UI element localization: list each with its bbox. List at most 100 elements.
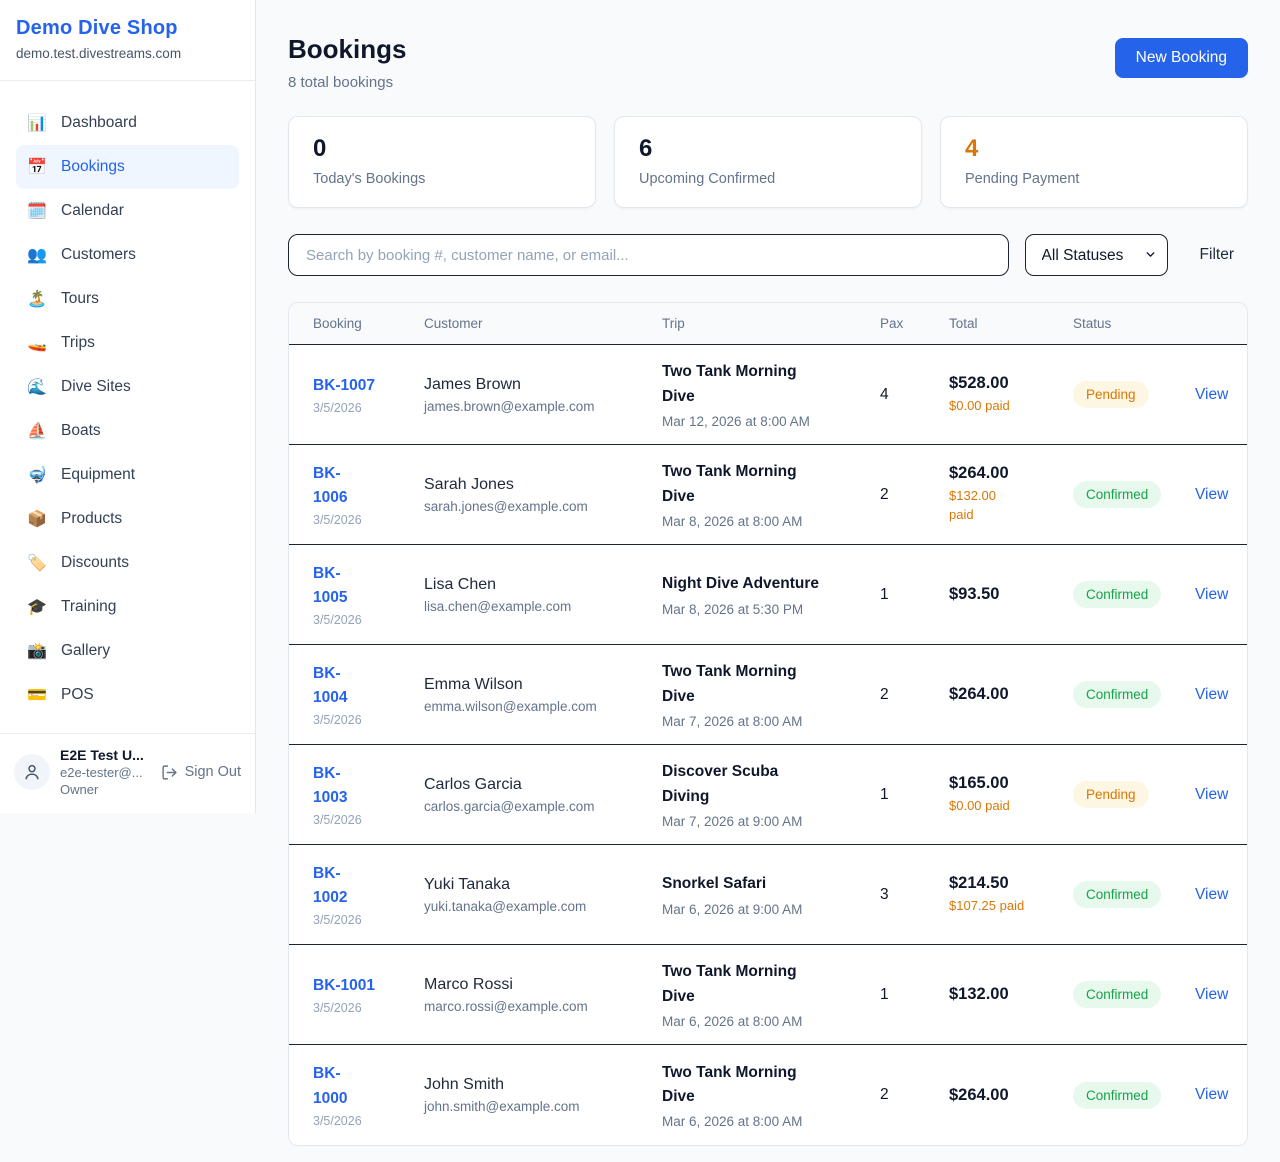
dive-sites-icon: 🌊: [26, 377, 48, 397]
page-subtitle: 8 total bookings: [288, 74, 406, 91]
dashboard-icon: 📊: [26, 113, 48, 133]
total-amount: $132.00: [949, 985, 1073, 1004]
pax-count: 2: [880, 686, 949, 704]
customer-cell: Sarah Jones sarah.jones@example.com: [424, 476, 662, 514]
booking-cell: BK- 1006 3/5/2026: [313, 462, 424, 527]
sidebar-item-boats[interactable]: ⛵ Boats: [16, 409, 239, 453]
customer-cell: Lisa Chen lisa.chen@example.com: [424, 576, 662, 614]
view-link[interactable]: View: [1195, 986, 1228, 1004]
booking-id-link[interactable]: BK- 1005: [313, 562, 424, 610]
sidebar-item-label: POS: [61, 686, 94, 704]
sign-out-button[interactable]: Sign Out: [161, 764, 241, 781]
view-link[interactable]: View: [1195, 386, 1228, 404]
view-link[interactable]: View: [1195, 886, 1228, 904]
filter-button[interactable]: Filter: [1200, 246, 1234, 264]
trip-datetime: Mar 8, 2026 at 5:30 PM: [662, 602, 880, 617]
view-link[interactable]: View: [1195, 486, 1228, 504]
user-name: E2E Test U...: [60, 747, 151, 763]
sidebar-header: Demo Dive Shop demo.test.divestreams.com: [0, 0, 255, 81]
total-amount: $528.00: [949, 374, 1073, 393]
sidebar-item-dive-sites[interactable]: 🌊 Dive Sites: [16, 365, 239, 409]
trip-datetime: Mar 6, 2026 at 8:00 AM: [662, 1114, 880, 1129]
stat-value: 0: [313, 135, 571, 163]
sidebar-nav: 📊 Dashboard 📅 Bookings 🗓️ Calendar 👥 Cus…: [0, 81, 255, 733]
total-amount: $214.50: [949, 874, 1073, 893]
booking-date: 3/5/2026: [313, 513, 424, 527]
booking-id-link[interactable]: BK- 1003: [313, 762, 424, 810]
booking-date: 3/5/2026: [313, 1001, 424, 1015]
status-cell: Pending: [1073, 381, 1195, 408]
sidebar-item-training[interactable]: 🎓 Training: [16, 585, 239, 629]
sidebar-item-label: Customers: [61, 246, 136, 264]
booking-cell: BK- 1003 3/5/2026: [313, 762, 424, 827]
filter-controls: All Statuses Filter: [288, 234, 1248, 276]
booking-id-link[interactable]: BK- 1000: [313, 1062, 424, 1110]
sidebar-item-gallery[interactable]: 📸 Gallery: [16, 629, 239, 673]
sidebar-item-label: Bookings: [61, 158, 125, 176]
total-cell: $264.00 $132.00 paid: [949, 464, 1073, 525]
sidebar-item-pos[interactable]: 💳 POS: [16, 673, 239, 717]
status-cell: Confirmed: [1073, 681, 1195, 708]
sidebar-item-label: Calendar: [61, 202, 124, 220]
sidebar-item-dashboard[interactable]: 📊 Dashboard: [16, 101, 239, 145]
column-header-customer: Customer: [424, 316, 662, 331]
booking-date: 3/5/2026: [313, 713, 424, 727]
table-row: BK- 1006 3/5/2026 Sarah Jones sarah.jone…: [289, 445, 1247, 545]
stat-card: 6 Upcoming Confirmed: [614, 116, 922, 208]
booking-id-link[interactable]: BK- 1002: [313, 862, 424, 910]
tours-icon: 🏝️: [26, 289, 48, 309]
view-link[interactable]: View: [1195, 686, 1228, 704]
products-icon: 📦: [26, 509, 48, 529]
main-content: Bookings 8 total bookings New Booking 0 …: [256, 0, 1280, 1146]
shop-domain: demo.test.divestreams.com: [16, 46, 239, 61]
sidebar-item-calendar[interactable]: 🗓️ Calendar: [16, 189, 239, 233]
sidebar-item-trips[interactable]: 🚤 Trips: [16, 321, 239, 365]
trip-datetime: Mar 12, 2026 at 8:00 AM: [662, 414, 880, 429]
booking-id-link[interactable]: BK-1007: [313, 374, 424, 398]
search-input[interactable]: [288, 234, 1009, 276]
total-cell: $264.00: [949, 685, 1073, 704]
trip-datetime: Mar 6, 2026 at 9:00 AM: [662, 902, 880, 917]
sidebar-item-products[interactable]: 📦 Products: [16, 497, 239, 541]
column-header-total: Total: [949, 316, 1073, 331]
trips-icon: 🚤: [26, 333, 48, 353]
paid-amount: $0.00 paid: [949, 397, 1073, 416]
booking-id-link[interactable]: BK- 1004: [313, 662, 424, 710]
table-row: BK-1001 3/5/2026 Marco Rossi marco.rossi…: [289, 945, 1247, 1045]
sidebar-item-customers[interactable]: 👥 Customers: [16, 233, 239, 277]
status-cell: Confirmed: [1073, 981, 1195, 1008]
sidebar-item-bookings[interactable]: 📅 Bookings: [16, 145, 239, 189]
customer-email: james.brown@example.com: [424, 399, 662, 414]
customer-name: John Smith: [424, 1076, 662, 1094]
customer-name: Carlos Garcia: [424, 776, 662, 794]
equipment-icon: 🤿: [26, 465, 48, 485]
view-link[interactable]: View: [1195, 786, 1228, 804]
customer-email: emma.wilson@example.com: [424, 699, 662, 714]
customer-cell: Marco Rossi marco.rossi@example.com: [424, 976, 662, 1014]
status-select[interactable]: All Statuses: [1025, 234, 1168, 276]
stat-card: 0 Today's Bookings: [288, 116, 596, 208]
sidebar-item-discounts[interactable]: 🏷️ Discounts: [16, 541, 239, 585]
status-cell: Confirmed: [1073, 881, 1195, 908]
booking-cell: BK- 1000 3/5/2026: [313, 1062, 424, 1127]
sidebar-item-tours[interactable]: 🏝️ Tours: [16, 277, 239, 321]
booking-cell: BK- 1002 3/5/2026: [313, 862, 424, 927]
trip-cell: Two Tank Morning Dive Mar 8, 2026 at 8:0…: [662, 460, 880, 528]
table-row: BK-1007 3/5/2026 James Brown james.brown…: [289, 345, 1247, 445]
customer-email: carlos.garcia@example.com: [424, 799, 662, 814]
booking-id-link[interactable]: BK-1001: [313, 974, 424, 998]
status-badge: Pending: [1073, 381, 1149, 408]
calendar-icon: 🗓️: [26, 201, 48, 221]
trip-datetime: Mar 7, 2026 at 8:00 AM: [662, 714, 880, 729]
customer-cell: James Brown james.brown@example.com: [424, 376, 662, 414]
pax-count: 2: [880, 1086, 949, 1104]
column-header-trip: Trip: [662, 316, 880, 331]
discounts-icon: 🏷️: [26, 553, 48, 573]
new-booking-button[interactable]: New Booking: [1115, 38, 1248, 78]
view-link[interactable]: View: [1195, 586, 1228, 604]
bookings-icon: 📅: [26, 157, 48, 177]
pax-count: 1: [880, 786, 949, 804]
booking-id-link[interactable]: BK- 1006: [313, 462, 424, 510]
sidebar-item-equipment[interactable]: 🤿 Equipment: [16, 453, 239, 497]
view-link[interactable]: View: [1195, 1086, 1228, 1104]
